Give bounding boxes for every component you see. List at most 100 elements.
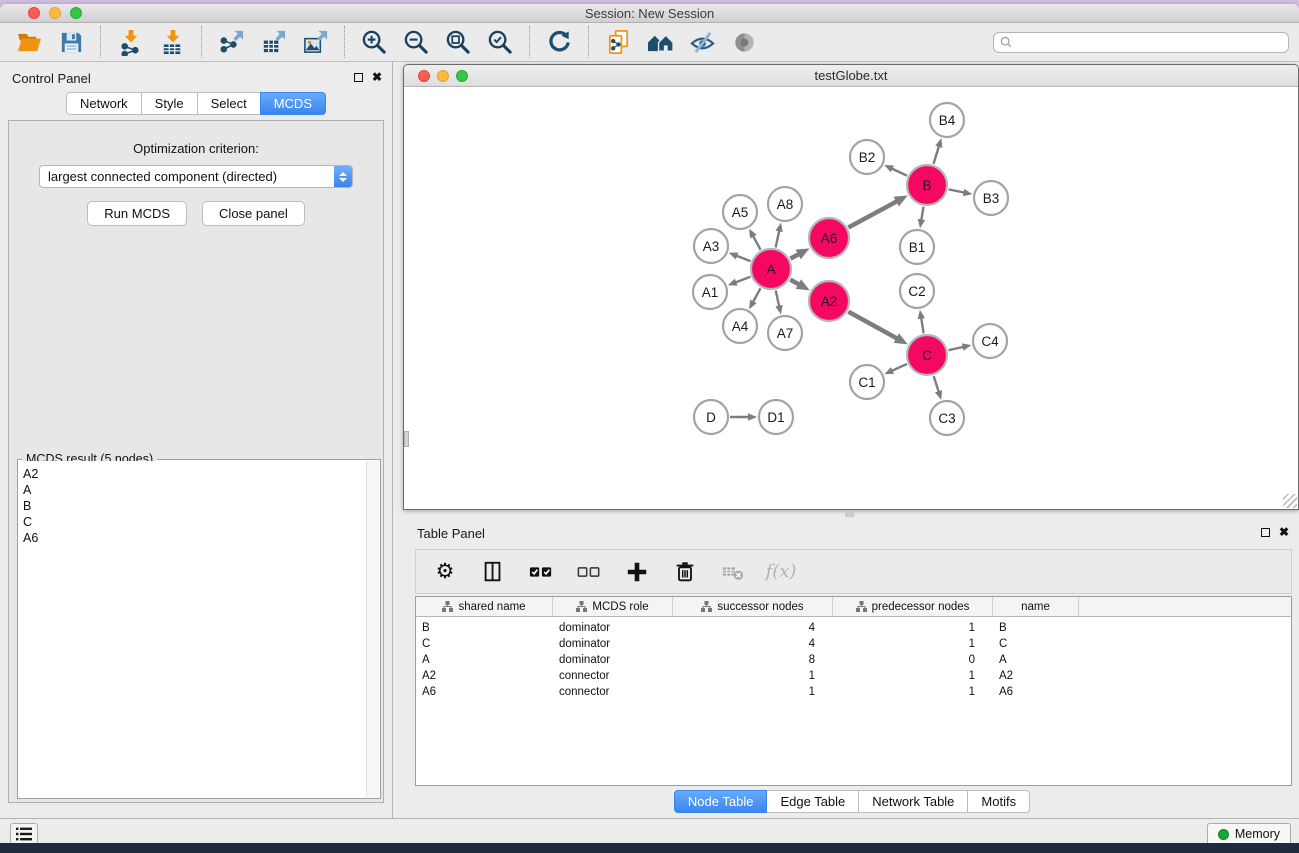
graph-edge-A2-C[interactable] [848,312,898,339]
network-close-button[interactable] [418,70,430,82]
zoom-out-icon[interactable] [401,27,431,57]
graph-node-B4[interactable]: B4 [930,103,964,137]
graph-node-B3[interactable]: B3 [974,181,1008,215]
graph-edge-A-A3[interactable] [735,255,750,261]
table-cell[interactable]: 1 [833,686,993,698]
graph-node-C4[interactable]: C4 [973,324,1007,358]
column-header-shared-name[interactable]: shared name [416,597,553,616]
save-session-icon[interactable] [56,27,86,57]
graph-edge-C-C4[interactable] [948,347,964,351]
close-panel-button[interactable]: Close panel [202,201,305,226]
graph-node-C[interactable]: C [907,335,947,375]
graph-node-C3[interactable]: C3 [930,401,964,435]
mcds-result-item[interactable]: A2 [23,466,362,482]
table-settings-gear-icon[interactable]: ⚙ [432,559,458,585]
mcds-result-item[interactable]: A6 [23,530,362,546]
float-panel-icon[interactable] [354,73,363,82]
close-panel-icon[interactable]: ✖ [372,71,382,83]
table-row[interactable]: Adominator80A [416,652,1291,668]
table-cell[interactable]: 0 [833,654,993,666]
table-cell[interactable]: A2 [993,670,1079,682]
select-all-columns-icon[interactable] [528,559,554,585]
graph-node-C1[interactable]: C1 [850,365,884,399]
zoom-in-icon[interactable] [359,27,389,57]
table-row[interactable]: Cdominator41C [416,636,1291,652]
zoom-selected-icon[interactable] [485,27,515,57]
table-cell[interactable]: 1 [673,670,833,682]
import-table-icon[interactable] [157,27,187,57]
graph-node-A[interactable]: A [751,249,791,289]
table-row[interactable]: Bdominator41B [416,620,1291,636]
column-header-name[interactable]: name [993,597,1079,616]
graph-edge-B-B1[interactable] [921,207,923,222]
graph-edge-B-B2[interactable] [891,168,908,176]
optimization-criterion-dropdown[interactable]: largest connected component (directed) [39,165,353,188]
mcds-result-item[interactable]: B [23,498,362,514]
table-cell[interactable]: connector [553,686,673,698]
minimize-window-button[interactable] [49,7,61,19]
graph-node-A8[interactable]: A8 [768,187,802,221]
add-column-icon[interactable] [624,559,650,585]
graph-node-B2[interactable]: B2 [850,140,884,174]
table-cell[interactable]: 8 [673,654,833,666]
table-cell[interactable]: 1 [833,670,993,682]
run-mcds-button[interactable]: Run MCDS [87,201,187,226]
mcds-result-item[interactable]: C [23,514,362,530]
first-neighbors-houses-icon[interactable] [645,27,675,57]
graph-node-A4[interactable]: A4 [723,309,757,343]
graph-node-A3[interactable]: A3 [694,229,728,263]
table-cell[interactable]: B [993,622,1079,634]
export-table-icon[interactable] [258,27,288,57]
zoom-fit-icon[interactable] [443,27,473,57]
graph-node-A6[interactable]: A6 [809,218,849,258]
column-header-MCDS-role[interactable]: MCDS role [553,597,673,616]
open-session-icon[interactable] [14,27,44,57]
network-zoom-button[interactable] [456,70,468,82]
table-cell[interactable]: connector [553,670,673,682]
column-header-predecessor-nodes[interactable]: predecessor nodes [833,597,993,616]
float-table-panel-icon[interactable] [1261,528,1270,537]
search-field[interactable] [993,32,1289,53]
table-cell[interactable]: C [416,638,553,650]
table-cell[interactable]: B [416,622,553,634]
table-cell[interactable]: dominator [553,638,673,650]
memory-button[interactable]: Memory [1207,823,1291,845]
tab-mcds[interactable]: MCDS [260,92,326,115]
deselect-all-columns-icon[interactable] [576,559,602,585]
table-cell[interactable]: 1 [673,686,833,698]
graph-node-D[interactable]: D [694,400,728,434]
export-image-icon[interactable] [300,27,330,57]
table-cell[interactable]: A [993,654,1079,666]
graph-node-A1[interactable]: A1 [693,275,727,309]
table-cell[interactable]: dominator [553,654,673,666]
graph-edge-A-A1[interactable] [734,277,750,283]
graph-node-B1[interactable]: B1 [900,230,934,264]
tab-node-table[interactable]: Node Table [674,790,768,813]
table-cell[interactable]: 4 [673,638,833,650]
table-row[interactable]: A6connector11A6 [416,684,1291,700]
tab-select[interactable]: Select [197,92,261,115]
tab-network[interactable]: Network [66,92,142,115]
graph-node-B[interactable]: B [907,165,947,205]
delete-column-trash-icon[interactable] [672,559,698,585]
graph-edge-C-C2[interactable] [921,317,924,334]
table-cell[interactable]: A6 [993,686,1079,698]
table-cell[interactable]: dominator [553,622,673,634]
refresh-icon[interactable] [544,27,574,57]
column-header-successor-nodes[interactable]: successor nodes [673,597,833,616]
graph-node-A5[interactable]: A5 [723,195,757,229]
hide-selected-eye-slash-icon[interactable] [687,27,717,57]
table-cell[interactable]: C [993,638,1079,650]
table-cell[interactable]: A2 [416,670,553,682]
mcds-result-item[interactable]: A [23,482,362,498]
table-cell[interactable]: 4 [673,622,833,634]
graph-edge-A-A7[interactable] [776,290,780,307]
graph-edge-B-B4[interactable] [933,145,939,164]
network-canvas[interactable]: B4B2BB3A5A8A6B1A3AA1C2A2A4A7C4CC1C3DD1 [404,87,1298,509]
table-cell[interactable]: 1 [833,622,993,634]
table-cell[interactable]: A6 [416,686,553,698]
graph-node-D1[interactable]: D1 [759,400,793,434]
show-all-eye-icon[interactable] [729,27,759,57]
graph-edge-A-A4[interactable] [752,288,760,303]
graph-edge-B-B3[interactable] [949,189,966,192]
